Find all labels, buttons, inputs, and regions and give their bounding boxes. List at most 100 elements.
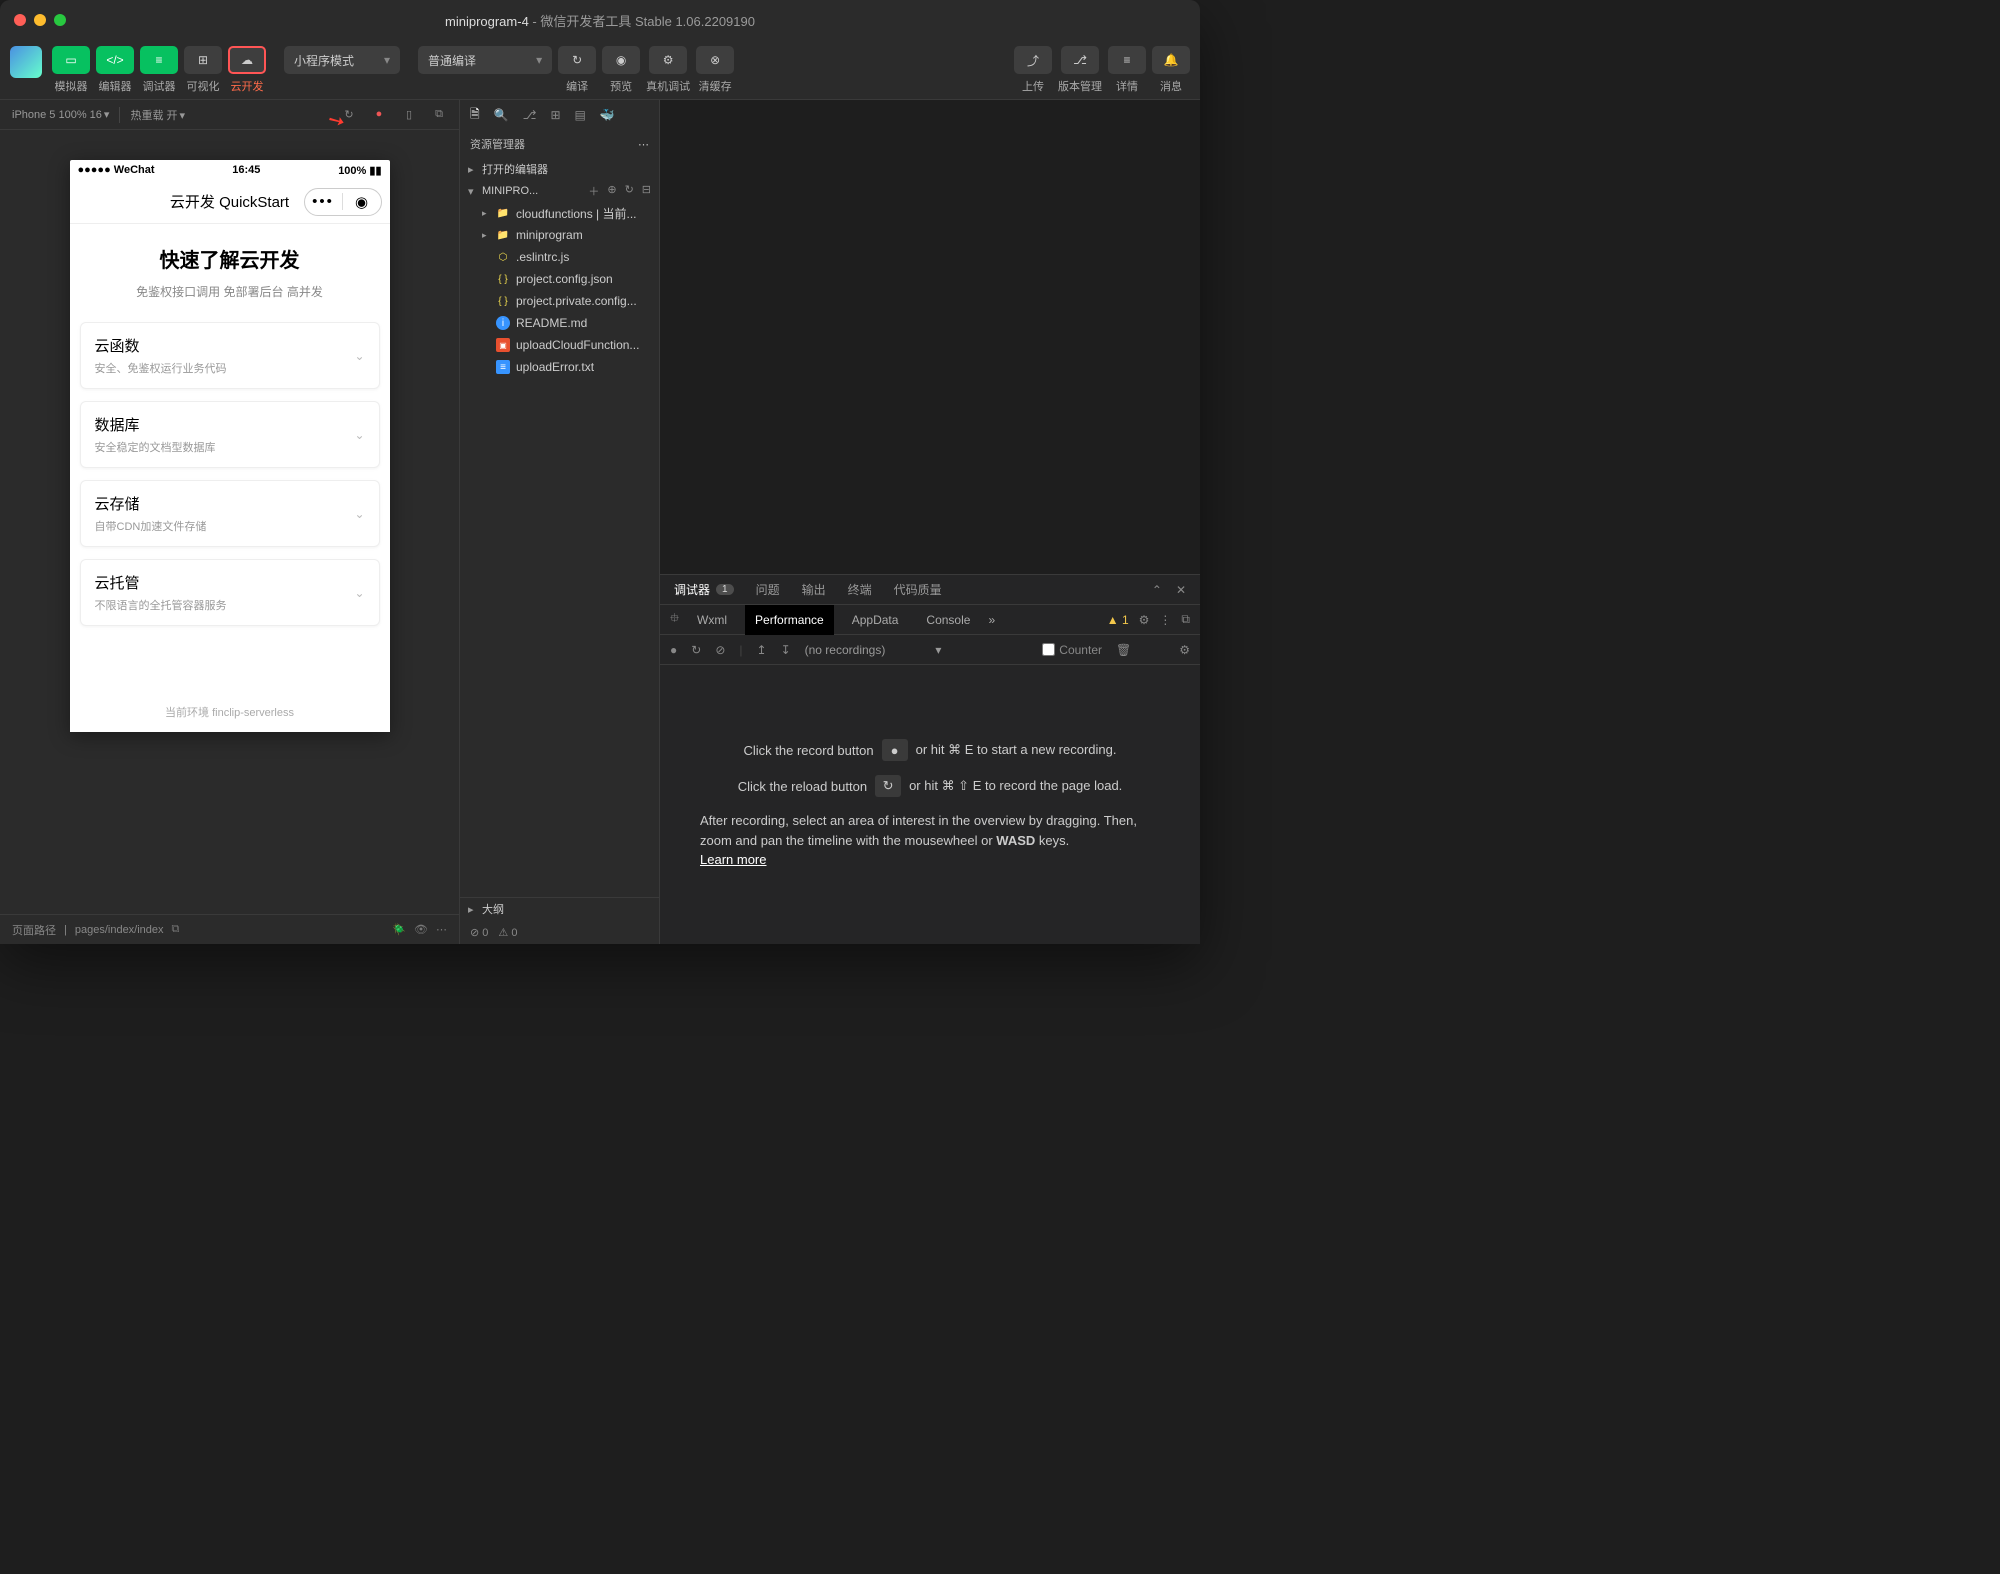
- content-title: 快速了解云开发: [80, 244, 380, 273]
- battery-label: 100% ▮▮: [338, 164, 381, 177]
- record-icon[interactable]: ●: [371, 108, 387, 121]
- message-button[interactable]: 🔔: [1152, 46, 1190, 74]
- activity-bar: 🗎 🔍 ⎇ ⊞ ▤ 🐳: [460, 100, 659, 130]
- preview-button[interactable]: ◉: [602, 46, 640, 74]
- page-path: pages/index/index: [75, 924, 164, 936]
- counter-checkbox[interactable]: Counter: [1042, 643, 1102, 657]
- kebab-icon[interactable]: ⋮: [1159, 613, 1171, 627]
- clear-cache-button[interactable]: ⊗: [696, 46, 734, 74]
- warning-badge[interactable]: ▲ 1: [1107, 613, 1129, 627]
- hotreload-toggle[interactable]: 热重载 开▾: [130, 107, 185, 123]
- tab-performance[interactable]: Performance: [745, 605, 834, 635]
- carrier-label: ●●●●● WeChat: [78, 164, 155, 176]
- inspect-icon[interactable]: ⯐: [670, 609, 679, 630]
- tab-terminal[interactable]: 终端: [848, 581, 872, 598]
- debugger-panel: 调试器1 问题 输出 终端 代码质量 ⌃ ✕ ⯐ Wxml Performance…: [660, 574, 1200, 944]
- docker-icon[interactable]: 🐳: [600, 108, 615, 122]
- dock-icon[interactable]: ⧉: [1181, 612, 1190, 627]
- bug-icon[interactable]: 🪲: [392, 923, 406, 936]
- simulator-phone: ●●●●● WeChat 16:45 100% ▮▮ 云开发 QuickStar…: [70, 160, 390, 732]
- tree-folder[interactable]: ▸📁cloudfunctions | 当前...: [460, 202, 659, 224]
- card-database[interactable]: 数据库安全稳定的文档型数据库⌄: [80, 401, 380, 468]
- device-select[interactable]: iPhone 5 100% 16▾: [12, 108, 109, 121]
- close-icon[interactable]: ✕: [1176, 583, 1186, 597]
- explorer-panel: 🗎 🔍 ⎇ ⊞ ▤ 🐳 资源管理器⋯ ▸打开的编辑器 ▾MINIPRO... ＋…: [460, 100, 660, 944]
- outline-section[interactable]: ▸大纲: [460, 898, 659, 920]
- tree-file[interactable]: ≡uploadError.txt: [460, 356, 659, 378]
- more-icon[interactable]: ⋯: [638, 138, 649, 151]
- details-button[interactable]: ≡: [1108, 46, 1146, 74]
- tab-output[interactable]: 输出: [802, 581, 826, 598]
- search-icon[interactable]: 🔍: [494, 108, 509, 122]
- compile-button[interactable]: ↻: [558, 46, 596, 74]
- reload-button[interactable]: ↻: [691, 643, 701, 657]
- tab-wxml[interactable]: Wxml: [687, 605, 737, 635]
- editor-button[interactable]: </>: [96, 46, 134, 74]
- tree-file[interactable]: ⬡.eslintrc.js: [460, 246, 659, 268]
- simulator-button[interactable]: ▭: [52, 46, 90, 74]
- debugger-button[interactable]: ≡: [140, 46, 178, 74]
- gear-icon[interactable]: ⚙: [1139, 613, 1150, 627]
- card-hosting[interactable]: 云托管不限语言的全托管容器服务⌄: [80, 559, 380, 626]
- learn-more-link[interactable]: Learn more: [700, 852, 766, 867]
- explorer-title: 资源管理器: [470, 136, 525, 152]
- project-section[interactable]: ▾MINIPRO... ＋⊕↻⊟: [460, 180, 659, 202]
- mode-select[interactable]: 小程序模式▾: [284, 46, 400, 74]
- tree-file[interactable]: iREADME.md: [460, 312, 659, 334]
- tree-file[interactable]: { }project.config.json: [460, 268, 659, 290]
- more-tabs-icon[interactable]: »: [988, 613, 995, 627]
- upload-button[interactable]: ⤴: [1014, 46, 1052, 74]
- chevron-up-icon[interactable]: ⌃: [1152, 583, 1162, 597]
- eye-icon[interactable]: 👁: [414, 923, 428, 936]
- clear-button[interactable]: ⊘: [715, 643, 725, 657]
- tree-file[interactable]: ▣uploadCloudFunction...: [460, 334, 659, 356]
- visual-button[interactable]: ⊞: [184, 46, 222, 74]
- env-label: 当前环境 finclip-serverless: [80, 704, 380, 724]
- content-subtitle: 免鉴权接口调用 免部署后台 高并发: [80, 283, 380, 300]
- tab-appdata[interactable]: AppData: [842, 605, 909, 635]
- tree-folder[interactable]: ▸📁miniprogram: [460, 224, 659, 246]
- extensions-icon[interactable]: ⊞: [550, 108, 560, 122]
- cloud-icon[interactable]: ▤: [575, 108, 586, 122]
- card-storage[interactable]: 云存储自带CDN加速文件存储⌄: [80, 480, 380, 547]
- time-label: 16:45: [155, 164, 339, 176]
- tab-console[interactable]: Console: [916, 605, 980, 635]
- cloud-dev-button[interactable]: ☁: [228, 46, 266, 74]
- new-folder-icon[interactable]: ⊕: [607, 183, 616, 199]
- tab-quality[interactable]: 代码质量: [894, 581, 942, 598]
- branch-icon[interactable]: ⎇: [523, 108, 537, 122]
- recordings-select[interactable]: (no recordings) ▾: [805, 643, 1029, 657]
- download-icon[interactable]: ↧: [781, 643, 791, 657]
- collapse-icon[interactable]: ⊟: [642, 183, 651, 199]
- compile-mode-select[interactable]: 普通编译▾: [418, 46, 552, 74]
- card-cloud-function[interactable]: 云函数安全、免鉴权运行业务代码⌄: [80, 322, 380, 389]
- tab-debugger[interactable]: 调试器1: [674, 581, 734, 598]
- close-icon: ◉: [343, 193, 381, 211]
- reload-button-icon: ↻: [875, 775, 901, 797]
- version-button[interactable]: ⎇: [1061, 46, 1099, 74]
- files-icon[interactable]: 🗎: [470, 105, 480, 126]
- more-icon[interactable]: ⋯: [436, 923, 447, 936]
- performance-empty-state: Click the record button●or hit ⌘ E to st…: [660, 665, 1200, 944]
- popout-icon[interactable]: ⧉: [431, 108, 447, 121]
- avatar-icon[interactable]: [10, 46, 42, 78]
- record-button[interactable]: ●: [670, 643, 677, 657]
- chevron-down-icon: ⌄: [354, 586, 364, 600]
- copy-icon[interactable]: ⧉: [172, 923, 180, 936]
- simulator-subbar: iPhone 5 100% 16▾ 热重载 开▾ ↻ ● ▯ ⧉: [0, 100, 459, 130]
- capsule-button[interactable]: •••◉: [304, 188, 382, 216]
- window-title: miniprogram-4 - 微信开发者工具 Stable 1.06.2209…: [0, 11, 1200, 30]
- upload-icon[interactable]: ↥: [757, 643, 767, 657]
- editor-area: [660, 100, 1200, 574]
- new-file-icon[interactable]: ＋: [588, 183, 599, 199]
- device-icon[interactable]: ▯: [401, 108, 417, 121]
- refresh-icon[interactable]: ↻: [625, 183, 634, 199]
- problems-status: ⊘ 0⚠ 0: [460, 920, 659, 944]
- tree-file[interactable]: { }project.private.config...: [460, 290, 659, 312]
- trash-icon[interactable]: 🗑: [1116, 643, 1131, 657]
- gear-icon[interactable]: ⚙: [1179, 643, 1190, 657]
- remote-debug-button[interactable]: ⚙: [649, 46, 687, 74]
- tab-problems[interactable]: 问题: [756, 581, 780, 598]
- menu-icon: •••: [305, 193, 343, 210]
- open-editors-section[interactable]: ▸打开的编辑器: [460, 158, 659, 180]
